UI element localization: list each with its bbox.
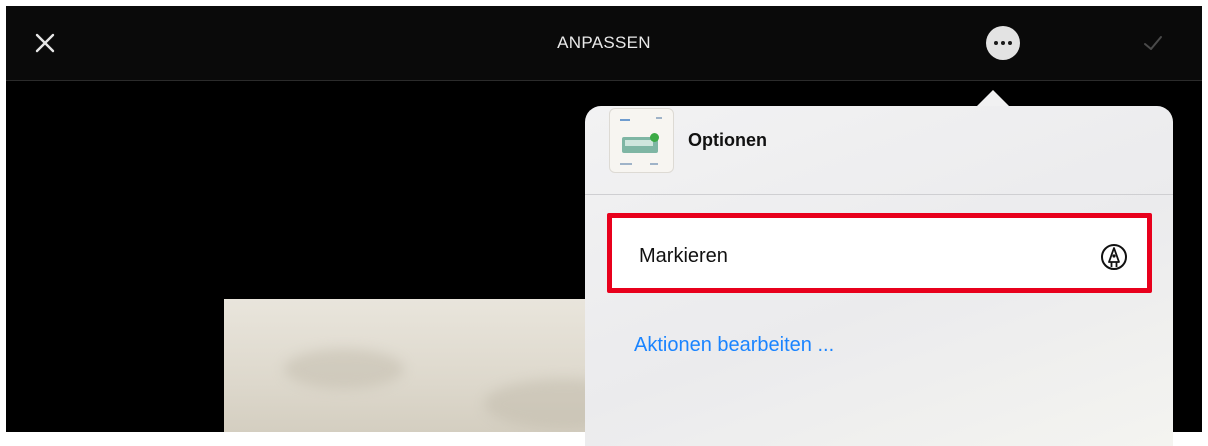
thumbnail-dot (650, 133, 659, 142)
action-item-markieren[interactable]: Markieren (607, 213, 1152, 293)
page-title: ANPASSEN (557, 33, 651, 52)
edit-actions-link[interactable]: Aktionen bearbeiten ... (634, 334, 834, 357)
more-options-button[interactable] (986, 26, 1020, 60)
checkmark-icon (1144, 36, 1162, 50)
document-thumbnail (609, 108, 674, 173)
popover-header: Optionen (585, 106, 1173, 195)
more-icon-dot (1008, 41, 1012, 45)
options-popover: Optionen Markieren Aktionen bearbeiten .… (585, 106, 1173, 446)
confirm-button[interactable] (1142, 32, 1164, 54)
action-label: Markieren (639, 245, 728, 267)
more-icon (994, 41, 998, 45)
top-toolbar: ANPASSEN (6, 6, 1202, 81)
popover-title: Optionen (688, 130, 767, 150)
markup-pen-icon (1101, 244, 1127, 270)
more-icon-dot (1001, 41, 1005, 45)
thumbnail-card-detail (625, 140, 653, 146)
